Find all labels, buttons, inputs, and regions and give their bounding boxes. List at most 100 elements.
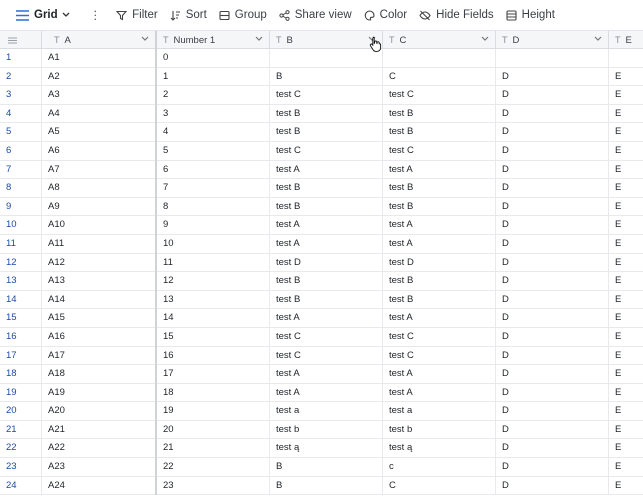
cell-b[interactable]: B	[270, 67, 383, 87]
cell-b[interactable]: test B	[270, 197, 383, 217]
row-number[interactable]: 22	[0, 439, 42, 459]
table-row[interactable]: 17 A17 16 test Ctest CDE	[0, 346, 643, 366]
cell-e[interactable]: E	[609, 142, 643, 161]
cell-e[interactable]: E	[609, 161, 643, 180]
cell-c[interactable]: C	[383, 476, 496, 496]
cell-b[interactable]: test B	[270, 272, 383, 291]
hide-fields-button[interactable]: Hide Fields	[413, 0, 500, 30]
table-row[interactable]: 4 A4 3 test Btest BDE	[0, 104, 643, 124]
table-row[interactable]: 2 A2 1 B C D E	[0, 67, 643, 87]
cell-e[interactable]: E	[609, 291, 643, 310]
row-number[interactable]: 1	[0, 49, 42, 68]
cell-b[interactable]: test A	[270, 216, 383, 235]
cell-e[interactable]: E	[609, 309, 643, 328]
cell-e[interactable]: E	[609, 105, 643, 124]
cell-c[interactable]	[383, 49, 496, 68]
cell-number-1[interactable]: 0	[157, 49, 270, 68]
cell-d[interactable]: D	[496, 458, 609, 477]
cell-number-1[interactable]: 4	[157, 123, 270, 142]
cell-a[interactable]: A3	[42, 86, 157, 105]
cell-d[interactable]: D	[496, 383, 609, 403]
cell-number-1[interactable]: 23	[157, 476, 270, 496]
cell-c[interactable]: c	[383, 458, 496, 477]
row-number[interactable]: 24	[0, 476, 42, 496]
row-number[interactable]: 18	[0, 365, 42, 384]
row-height-button[interactable]: Height	[500, 0, 561, 30]
table-row[interactable]: 11 A11 10 test Atest ADE	[0, 234, 643, 254]
cell-c[interactable]: test B	[383, 123, 496, 142]
cell-d[interactable]: D	[496, 402, 609, 421]
row-number[interactable]: 6	[0, 141, 42, 161]
cell-b[interactable]: test A	[270, 160, 383, 180]
cell-number-1[interactable]: 7	[157, 179, 270, 198]
cell-b[interactable]: test C	[270, 141, 383, 161]
cell-d[interactable]: D	[496, 86, 609, 105]
row-number[interactable]: 16	[0, 327, 42, 347]
cell-a[interactable]: A20	[42, 402, 157, 421]
cell-a[interactable]: A24	[42, 476, 157, 496]
cell-number-1[interactable]: 1	[157, 67, 270, 87]
cell-e[interactable]: E	[609, 458, 643, 477]
table-row[interactable]: 5 A5 4 test Btest BDE	[0, 123, 643, 142]
cell-d[interactable]: D	[496, 197, 609, 217]
cell-e[interactable]: E	[609, 439, 643, 458]
cell-a[interactable]: A5	[42, 123, 157, 142]
more-options-button[interactable]: ⋮	[81, 0, 111, 30]
table-row[interactable]: 12 A12 11 test Dtest DDE	[0, 253, 643, 273]
cell-b[interactable]: test A	[270, 309, 383, 328]
column-header-d[interactable]: T D	[496, 31, 609, 49]
cell-a[interactable]: A6	[42, 141, 157, 161]
row-number[interactable]: 11	[0, 234, 42, 254]
table-row[interactable]: 22 A22 21 test ą test ąDE	[0, 439, 643, 459]
cell-number-1[interactable]: 19	[157, 402, 270, 421]
cell-d[interactable]: D	[496, 67, 609, 87]
cell-c[interactable]: test A	[383, 383, 496, 403]
cell-a[interactable]: A8	[42, 179, 157, 198]
cell-d[interactable]	[496, 49, 609, 68]
cell-c[interactable]: test A	[383, 216, 496, 235]
cell-d[interactable]: D	[496, 439, 609, 459]
row-number[interactable]: 5	[0, 123, 42, 142]
table-row[interactable]: 1 A1 0	[0, 49, 643, 68]
chevron-down-icon[interactable]	[594, 36, 602, 42]
cell-c[interactable]: test B	[383, 197, 496, 217]
row-number[interactable]: 9	[0, 197, 42, 217]
cell-d[interactable]: D	[496, 104, 609, 124]
cell-e[interactable]: E	[609, 216, 643, 235]
cell-a[interactable]: A13	[42, 272, 157, 291]
cell-number-1[interactable]: 11	[157, 253, 270, 273]
cell-c[interactable]: test A	[383, 160, 496, 180]
cell-b[interactable]: test B	[270, 290, 383, 310]
cell-d[interactable]: D	[496, 290, 609, 310]
cell-e[interactable]: E	[609, 477, 643, 496]
cell-d[interactable]: D	[496, 160, 609, 180]
cell-a[interactable]: A23	[42, 458, 157, 477]
cell-number-1[interactable]: 18	[157, 383, 270, 403]
cell-c[interactable]: test C	[383, 346, 496, 366]
cell-number-1[interactable]: 13	[157, 290, 270, 310]
cell-e[interactable]	[609, 49, 643, 68]
cell-number-1[interactable]: 6	[157, 160, 270, 180]
cell-b[interactable]: test B	[270, 179, 383, 198]
cell-a[interactable]: A16	[42, 327, 157, 347]
cell-b[interactable]: test C	[270, 346, 383, 366]
cell-number-1[interactable]: 20	[157, 420, 270, 440]
row-number[interactable]: 21	[0, 420, 42, 440]
cell-a[interactable]: A11	[42, 234, 157, 254]
cell-b[interactable]: test C	[270, 86, 383, 105]
column-header-c[interactable]: T C	[383, 31, 496, 49]
row-number[interactable]: 8	[0, 179, 42, 198]
cell-e[interactable]: E	[609, 384, 643, 403]
cell-number-1[interactable]: 16	[157, 346, 270, 366]
cell-e[interactable]: E	[609, 68, 643, 87]
cell-b[interactable]: B	[270, 476, 383, 496]
cell-d[interactable]: D	[496, 253, 609, 273]
cell-number-1[interactable]: 3	[157, 104, 270, 124]
cell-number-1[interactable]: 8	[157, 197, 270, 217]
group-button[interactable]: Group	[213, 0, 273, 30]
cell-c[interactable]: test B	[383, 290, 496, 310]
cell-a[interactable]: A4	[42, 104, 157, 124]
cell-e[interactable]: E	[609, 198, 643, 217]
cell-e[interactable]: E	[609, 86, 643, 105]
row-number[interactable]: 23	[0, 458, 42, 477]
